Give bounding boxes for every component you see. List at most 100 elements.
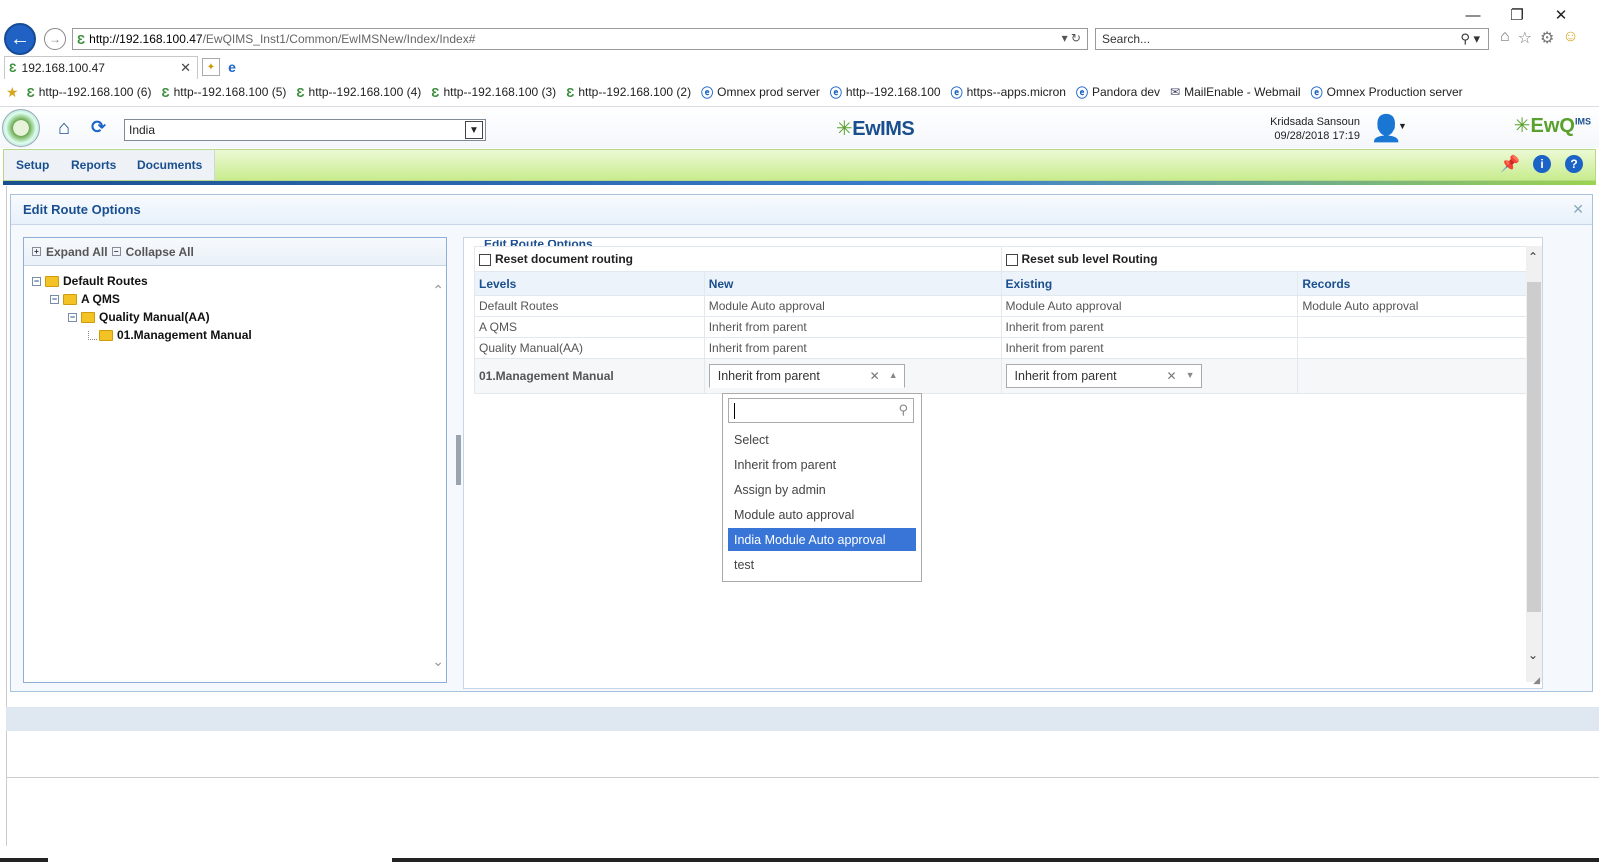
search-icon[interactable]: ⚲ ▾ xyxy=(1460,31,1480,47)
tree-connector xyxy=(88,330,97,340)
scroll-up-icon[interactable]: ⌃ xyxy=(432,282,444,299)
cell-new: Inherit from parent ✕ ▲ xyxy=(703,358,1002,394)
menu-bar: Setup Reports Documents 📌 i ? xyxy=(3,149,1596,181)
home-icon[interactable]: ⌂ xyxy=(58,117,70,140)
home-icon[interactable]: ⌂ xyxy=(1500,28,1510,48)
avatar-icon[interactable]: 👤 xyxy=(1370,112,1402,144)
browser-tab[interactable]: Ɛ 192.168.100.47 ✕ xyxy=(4,56,198,79)
favorite-item[interactable]: ⓔ Omnex prod server xyxy=(701,84,820,101)
splitter-grip[interactable] xyxy=(456,435,461,485)
favorite-item[interactable]: ⓔ http--192.168.100 xyxy=(830,84,941,101)
app-logo-icon[interactable] xyxy=(2,109,40,147)
collapse-icon[interactable]: − xyxy=(68,312,77,322)
scrollbar-thumb[interactable] xyxy=(1527,282,1541,612)
vertical-scrollbar[interactable]: ⌃ ⌄ xyxy=(1526,246,1542,682)
panel-splitter[interactable] xyxy=(455,237,463,691)
clear-icon[interactable]: ✕ xyxy=(870,369,880,383)
cell-records: Module Auto approval xyxy=(1297,295,1530,317)
search-placeholder: Search... xyxy=(1102,32,1151,46)
close-icon[interactable]: ✕ xyxy=(1572,201,1584,218)
reset-document-checkbox[interactable] xyxy=(479,253,491,266)
favorite-item[interactable]: Ɛhttp--192.168.100 (5) xyxy=(161,85,286,100)
content-left-border xyxy=(6,186,7,846)
dropdown-option[interactable]: test xyxy=(728,553,916,576)
tree-node[interactable]: − Quality Manual(AA) xyxy=(68,310,210,324)
table-header: Levels New Existing Records xyxy=(474,271,1530,296)
site-select[interactable]: India ▼ xyxy=(124,119,486,141)
clear-icon[interactable]: ✕ xyxy=(1166,369,1176,383)
menu-setup[interactable]: Setup xyxy=(4,150,63,180)
forward-button[interactable]: → xyxy=(44,28,66,50)
menu-documents[interactable]: Documents xyxy=(125,150,216,180)
favorite-item[interactable]: Ɛhttp--192.168.100 (2) xyxy=(566,85,691,100)
refresh-icon[interactable]: ⟳ xyxy=(91,117,106,138)
expand-all-button[interactable]: Expand All xyxy=(46,245,108,259)
help-icon[interactable]: ? xyxy=(1565,155,1583,173)
dropdown-option[interactable]: Assign by admin xyxy=(728,478,916,501)
info-icon[interactable]: i xyxy=(1533,155,1551,173)
dropdown-option[interactable]: Inherit from parent xyxy=(728,453,916,476)
expand-icon[interactable]: + xyxy=(32,247,41,256)
search-input[interactable]: Search... ⚲ ▾ xyxy=(1095,28,1489,50)
favorites-star-icon[interactable]: ☆ xyxy=(1518,28,1532,48)
tree-node[interactable]: 01.Management Manual xyxy=(88,328,252,342)
dropdown-option-highlighted[interactable]: India Module Auto approval xyxy=(728,528,916,551)
new-route-select[interactable]: Inherit from parent ✕ ▲ xyxy=(708,364,905,388)
chevron-down-icon[interactable]: ▼ xyxy=(1398,121,1407,131)
gear-icon[interactable]: ⚙ xyxy=(1540,28,1554,48)
route-dropdown-list: ⚲ Select Inherit from parent Assign by a… xyxy=(722,393,922,582)
cell-existing: Inherit from parent ✕ ▼ xyxy=(1000,358,1299,394)
dropdown-search-input[interactable]: ⚲ xyxy=(728,398,914,423)
close-tab-icon[interactable]: ✕ xyxy=(180,60,191,76)
search-icon: ⚲ xyxy=(898,402,908,417)
ie-icon[interactable]: e xyxy=(222,58,242,76)
col-new: New xyxy=(703,271,1002,296)
chevron-down-icon[interactable]: ▼ xyxy=(1186,370,1195,380)
collapse-all-button[interactable]: Collapse All xyxy=(126,245,194,259)
chevron-down-icon[interactable]: ▼ xyxy=(465,121,483,139)
collapse-icon[interactable]: − xyxy=(32,276,41,286)
scroll-up-icon[interactable]: ⌃ xyxy=(1528,250,1538,264)
existing-route-select[interactable]: Inherit from parent ✕ ▼ xyxy=(1005,364,1202,388)
tree-node-label: Default Routes xyxy=(63,274,148,288)
favorite-item[interactable]: ✉ MailEnable - Webmail xyxy=(1170,85,1301,99)
favorite-label: http--192.168.100 (6) xyxy=(38,85,152,99)
menu-reports[interactable]: Reports xyxy=(59,150,130,180)
col-records: Records xyxy=(1297,271,1530,296)
tree-node[interactable]: − A QMS xyxy=(50,292,120,306)
cell-existing: Inherit from parent xyxy=(1000,337,1299,359)
dropdown-option[interactable]: Select xyxy=(728,428,916,451)
tree-node[interactable]: − Default Routes xyxy=(32,274,148,288)
reset-row: Reset document routing Reset sub level R… xyxy=(474,246,1531,272)
user-info: Kridsada Sansoun 09/28/2018 17:19 xyxy=(1270,115,1360,143)
favorite-item[interactable]: Ɛhttp--192.168.100 (6) xyxy=(27,85,152,100)
favorite-item[interactable]: Ɛhttp--192.168.100 (4) xyxy=(296,85,421,100)
collapse-icon[interactable]: − xyxy=(50,294,59,304)
pin-icon[interactable]: 📌 xyxy=(1500,155,1520,173)
favorites-star-icon[interactable]: ★ xyxy=(6,84,19,101)
address-bar[interactable]: Ɛ http://192.168.100.47/EwQIMS_Inst1/Com… xyxy=(72,28,1088,50)
back-button[interactable]: ← xyxy=(4,23,36,55)
favorite-item[interactable]: Ɛhttp--192.168.100 (3) xyxy=(431,85,556,100)
smiley-icon[interactable]: ☺ xyxy=(1562,28,1578,48)
reset-sublevel-checkbox[interactable] xyxy=(1005,253,1018,266)
new-tab-icon[interactable]: ✦ xyxy=(202,58,220,76)
collapse-icon[interactable]: − xyxy=(111,247,121,256)
tree-node-label: 01.Management Manual xyxy=(117,328,252,342)
ie-icon: ⓔ xyxy=(950,85,963,100)
resize-grip-icon[interactable]: ◢ xyxy=(1533,675,1540,686)
scroll-down-icon[interactable]: ⌄ xyxy=(432,653,444,670)
scroll-down-icon[interactable]: ⌄ xyxy=(1528,648,1538,662)
favorite-item[interactable]: ⓔ https--apps.micron xyxy=(951,84,1066,101)
cell-existing: Inherit from parent xyxy=(1000,316,1299,338)
brand-text: EwIMS xyxy=(852,118,915,140)
favorite-label: http--192.168.100 (3) xyxy=(443,85,557,99)
dropdown-option[interactable]: Module auto approval xyxy=(728,503,916,526)
refresh-icon[interactable]: ▾ ↻ xyxy=(1062,31,1081,45)
taskbar-edge xyxy=(0,858,1599,862)
favorite-item[interactable]: ⓔ Omnex Production server xyxy=(1311,84,1463,101)
chevron-up-icon[interactable]: ▲ xyxy=(889,370,898,380)
tab-strip: Ɛ 192.168.100.47 ✕ ✦ e xyxy=(0,56,1599,80)
folder-icon xyxy=(63,293,77,305)
favorite-item[interactable]: ⓔ Pandora dev xyxy=(1076,84,1160,101)
